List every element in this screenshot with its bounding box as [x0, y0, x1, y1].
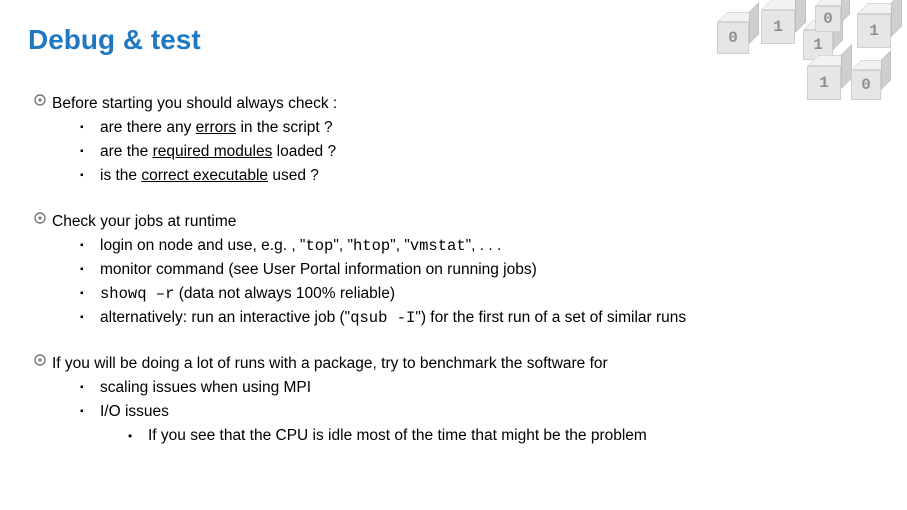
list-item-text: Check your jobs at runtime [52, 210, 879, 234]
sub-list-item: ▪ I/O issues • If you see that the CPU i… [80, 400, 879, 448]
square-bullet-icon: ▪ [80, 164, 100, 188]
square-bullet-icon: ▪ [80, 258, 100, 282]
square-bullet-icon: ▪ [80, 234, 100, 258]
slide: 0 1 1 0 1 1 [0, 0, 907, 510]
sub-list-item: ▪ are the required modules loaded ? [80, 140, 879, 164]
sub-list-item-text: is the correct executable used ? [100, 164, 879, 188]
decorative-cubes: 0 1 1 0 1 1 [707, 0, 907, 110]
sub-list-item: ▪ monitor command (see User Portal infor… [80, 258, 879, 282]
sub-list-item-text: monitor command (see User Portal informa… [100, 258, 879, 282]
sub-list-item-text: scaling issues when using MPI [100, 376, 879, 400]
sub-list-item: ▪ showq –r (data not always 100% reliabl… [80, 282, 879, 306]
sub-list-item: ▪ is the correct executable used ? [80, 164, 879, 188]
list-item: Check your jobs at runtime ▪ login on no… [28, 210, 879, 330]
sub-sub-list-item: • If you see that the CPU is idle most o… [100, 424, 879, 448]
sub-list-item: ▪ login on node and use, e.g. , "top", "… [80, 234, 879, 258]
list-item-text: If you will be doing a lot of runs with … [52, 352, 879, 376]
sub-list-item: ▪ scaling issues when using MPI [80, 376, 879, 400]
circle-dot-icon [28, 352, 52, 366]
circle-dot-icon [28, 92, 52, 106]
sub-list-item-text: I/O issues [100, 400, 879, 424]
sub-list-item-text: are the required modules loaded ? [100, 140, 879, 164]
cube-icon: 0 [717, 22, 749, 54]
sub-list-item-text: alternatively: run an interactive job ("… [100, 306, 879, 330]
cube-icon: 0 [815, 6, 841, 32]
square-bullet-icon: ▪ [80, 306, 100, 330]
sub-list-item: ▪ are there any errors in the script ? [80, 116, 879, 140]
slide-content: Before starting you should always check … [28, 92, 879, 448]
dot-bullet-icon: • [128, 424, 148, 448]
square-bullet-icon: ▪ [80, 140, 100, 164]
cube-icon: 0 [851, 70, 881, 100]
sub-list-item-text: login on node and use, e.g. , "top", "ht… [100, 234, 879, 258]
sub-sub-list-item-text: If you see that the CPU is idle most of … [148, 424, 647, 448]
sub-list-item-text: showq –r (data not always 100% reliable) [100, 282, 879, 306]
cube-icon: 1 [761, 10, 795, 44]
list-item: If you will be doing a lot of runs with … [28, 352, 879, 448]
cube-icon: 1 [807, 66, 841, 100]
square-bullet-icon: ▪ [80, 116, 100, 140]
sub-list-item: ▪ alternatively: run an interactive job … [80, 306, 879, 330]
circle-dot-icon [28, 210, 52, 224]
cube-icon: 1 [857, 14, 891, 48]
sub-list-item-text: are there any errors in the script ? [100, 116, 879, 140]
square-bullet-icon: ▪ [80, 400, 100, 424]
square-bullet-icon: ▪ [80, 376, 100, 400]
square-bullet-icon: ▪ [80, 282, 100, 306]
